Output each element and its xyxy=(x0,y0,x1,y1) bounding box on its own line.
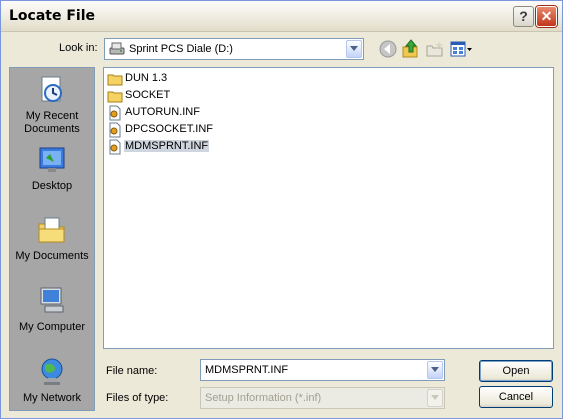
views-menu-icon[interactable] xyxy=(449,39,473,59)
setup-file-icon xyxy=(109,122,121,138)
locate-file-dialog: Locate File ? ✕ Look in: Sprint PCS Dial… xyxy=(0,0,563,419)
look-in-dropdown[interactable]: Sprint PCS Diale (D:) xyxy=(104,38,364,60)
my-computer-icon xyxy=(40,287,64,313)
drive-icon xyxy=(109,42,125,55)
place-label: My Documents xyxy=(15,250,89,262)
setup-file-icon xyxy=(109,105,121,121)
new-folder-icon[interactable] xyxy=(425,39,445,59)
cancel-button[interactable]: Cancel xyxy=(479,386,553,408)
look-in-value: Sprint PCS Diale (D:) xyxy=(129,43,233,55)
close-button[interactable]: ✕ xyxy=(536,6,557,27)
help-button[interactable]: ? xyxy=(513,6,534,27)
files-of-type-dropdown-button[interactable] xyxy=(427,389,443,407)
file-name-dropdown-button[interactable] xyxy=(427,361,443,379)
my-network-icon xyxy=(41,358,63,385)
title-bar: Locate File ? ✕ xyxy=(1,1,562,32)
place-my-documents[interactable]: My Documents xyxy=(10,214,94,282)
file-name: DUN 1.3 xyxy=(125,72,168,84)
setup-file-icon xyxy=(109,139,121,155)
help-icon: ? xyxy=(519,8,528,24)
file-name: MDMSPRNT.INF xyxy=(124,140,210,152)
up-folder-icon[interactable] xyxy=(401,39,421,59)
place-my-network[interactable]: My Network xyxy=(10,356,94,410)
place-label: My Network xyxy=(22,392,82,404)
folder-icon xyxy=(107,91,123,103)
place-label: Desktop xyxy=(31,180,73,192)
files-of-type-value: Setup Information (*.inf) xyxy=(205,392,322,404)
file-name-value: MDMSPRNT.INF xyxy=(205,364,289,376)
chevron-down-icon xyxy=(350,46,358,51)
look-in-dropdown-button[interactable] xyxy=(346,40,362,58)
folder-icon xyxy=(107,74,123,86)
places-bar: My Recent Documents Desktop My Documents xyxy=(9,67,95,411)
place-my-recent-documents[interactable]: My Recent Documents xyxy=(10,74,94,142)
my-documents-icon xyxy=(38,217,65,243)
chevron-down-icon xyxy=(431,367,439,372)
place-label: My Computer xyxy=(18,321,86,333)
file-list[interactable]: DUN 1.3 SOCKET AUTORUN.INF DPCSOCKET.INF xyxy=(103,67,554,349)
recent-documents-icon xyxy=(41,76,62,102)
chevron-down-icon xyxy=(431,395,439,400)
look-in-label: Look in: xyxy=(59,42,98,54)
place-label: My Recent Documents xyxy=(24,110,80,135)
file-name: SOCKET xyxy=(125,89,171,101)
back-icon[interactable] xyxy=(378,39,398,59)
close-icon: ✕ xyxy=(540,8,553,24)
place-my-computer[interactable]: My Computer xyxy=(10,285,94,353)
file-name-label: File name: xyxy=(106,365,158,377)
files-of-type-dropdown[interactable]: Setup Information (*.inf) xyxy=(200,387,445,409)
desktop-icon xyxy=(39,147,65,172)
files-of-type-label: Files of type: xyxy=(106,392,169,404)
window-title: Locate File xyxy=(9,8,96,24)
file-name-field[interactable]: MDMSPRNT.INF xyxy=(200,359,445,381)
file-name: AUTORUN.INF xyxy=(125,106,200,118)
place-desktop[interactable]: Desktop xyxy=(10,144,94,212)
open-button[interactable]: Open xyxy=(479,360,553,382)
file-name: DPCSOCKET.INF xyxy=(125,123,214,135)
